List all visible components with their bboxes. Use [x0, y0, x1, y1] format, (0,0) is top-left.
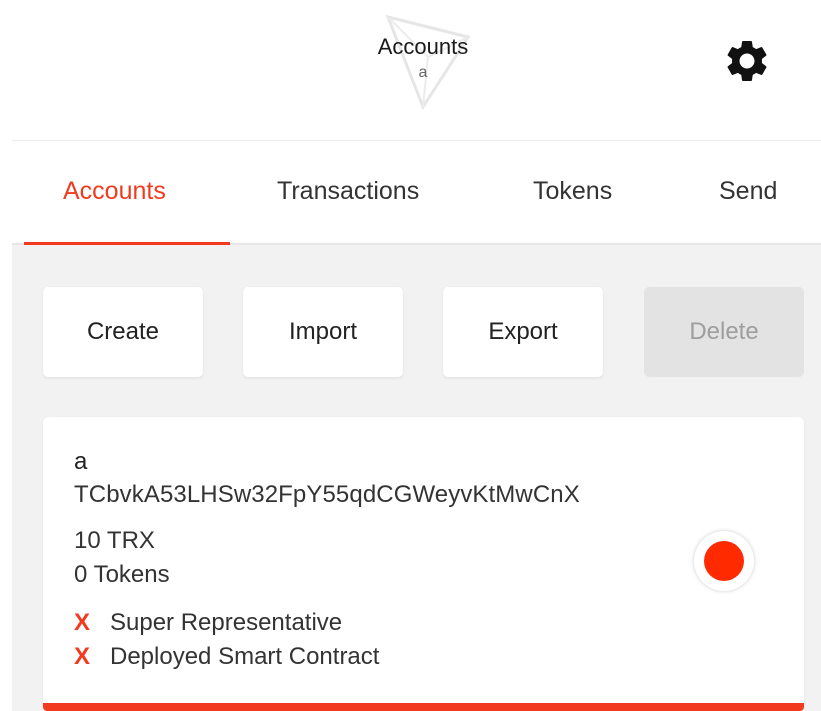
account-subtitle: a [418, 64, 428, 81]
flag-label: Super Representative [110, 609, 343, 636]
page-title: Accounts [377, 34, 469, 59]
tab-tokens[interactable]: Tokens [533, 177, 612, 206]
x-mark-icon: X [74, 643, 91, 670]
flag-label: Deployed Smart Contract [110, 643, 380, 670]
account-token-count: 0 Tokens [74, 561, 170, 588]
gear-icon[interactable] [722, 36, 772, 86]
tab-accounts[interactable]: Accounts [63, 177, 166, 206]
card-accent-bar [43, 703, 804, 711]
tab-bar: Accounts Transactions Tokens Send [12, 140, 821, 246]
export-button[interactable]: Export [443, 287, 603, 377]
import-button[interactable]: Import [243, 287, 403, 377]
account-name: a [74, 448, 88, 475]
account-balance: 10 TRX [74, 527, 155, 554]
tab-transactions[interactable]: Transactions [277, 177, 419, 206]
tab-send[interactable]: Send [719, 177, 777, 206]
x-mark-icon: X [74, 609, 91, 636]
delete-button: Delete [644, 287, 804, 377]
super-representative-flag: X Super Representative [74, 609, 342, 637]
smart-contract-flag: X Deployed Smart Contract [74, 643, 379, 671]
status-dot-icon [704, 541, 744, 581]
accounts-panel: Create Import Export Delete a TCbvkA53LH… [12, 245, 821, 711]
app-header: Accounts a [0, 0, 821, 140]
account-status-indicator[interactable] [694, 531, 754, 591]
tron-logo-icon [385, 14, 471, 111]
account-address: TCbvkA53LHSw32FpY55qdCGWeyvKtMwCnX [74, 481, 580, 508]
account-card[interactable]: a TCbvkA53LHSw32FpY55qdCGWeyvKtMwCnX 10 … [43, 417, 804, 711]
create-button[interactable]: Create [43, 287, 203, 377]
